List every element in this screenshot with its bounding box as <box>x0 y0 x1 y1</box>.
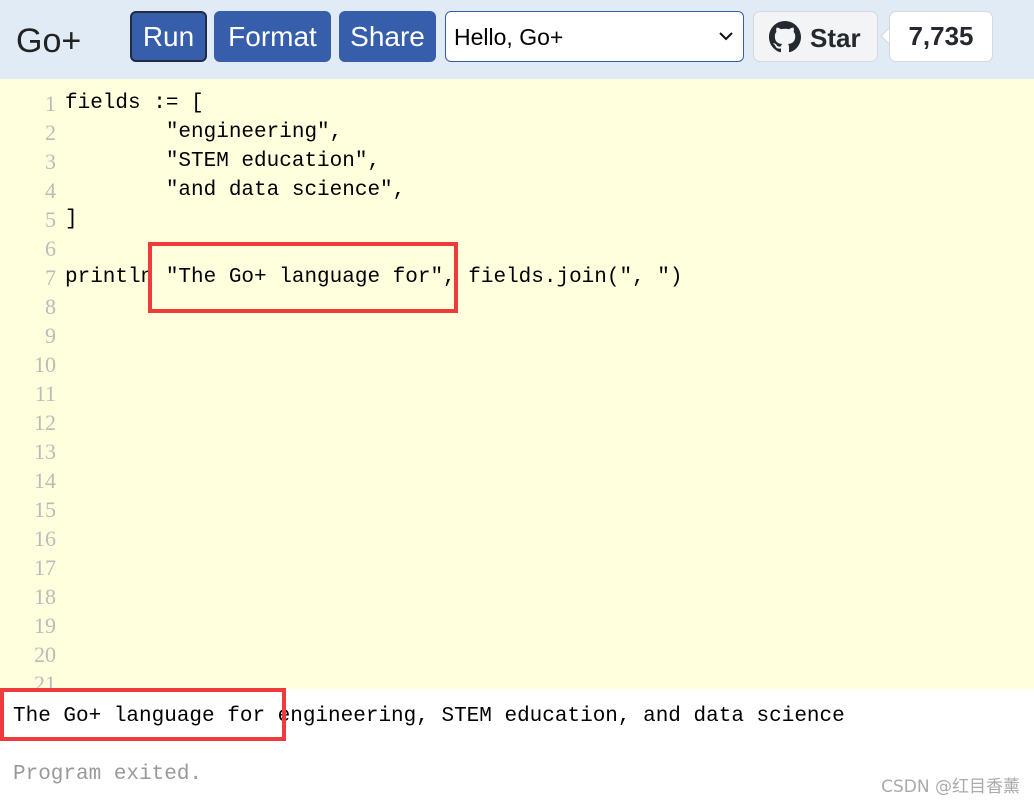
code-line[interactable]: "and data science", <box>65 176 1025 205</box>
line-number-gutter: 1 2 3 4 5 6 7 8 9 10 11 12 13 14 15 16 1… <box>0 89 58 689</box>
line-number: 9 <box>45 323 56 348</box>
line-number: 15 <box>34 497 56 522</box>
line-number: 4 <box>45 178 56 203</box>
run-button[interactable]: Run <box>130 11 207 62</box>
line-number: 5 <box>45 207 56 232</box>
line-number: 11 <box>34 381 56 406</box>
line-number: 14 <box>34 468 56 493</box>
annotation-box-output <box>0 688 286 741</box>
line-number: 6 <box>45 236 56 261</box>
line-number: 20 <box>34 642 56 667</box>
chevron-down-icon <box>719 32 733 41</box>
share-button[interactable]: Share <box>339 11 436 62</box>
toolbar: Go+ Run Format Share Hello, Go+ Star 7,7… <box>0 0 1034 79</box>
format-button[interactable]: Format <box>214 11 331 62</box>
example-select[interactable]: Hello, Go+ <box>445 11 744 62</box>
annotation-box-code <box>148 242 458 313</box>
program-status: Program exited. <box>13 763 203 786</box>
example-select-value: Hello, Go+ <box>454 24 564 50</box>
code-line[interactable]: "STEM education", <box>65 147 1025 176</box>
line-number: 12 <box>34 410 56 435</box>
line-number: 17 <box>34 555 56 580</box>
watermark: CSDN @红目香薰 <box>881 777 1020 797</box>
line-number: 7 <box>45 265 56 290</box>
line-number: 19 <box>34 613 56 638</box>
code-line[interactable]: fields := [ <box>65 89 1025 118</box>
line-number: 10 <box>34 352 56 377</box>
line-number: 21 <box>34 671 56 689</box>
line-number: 16 <box>34 526 56 551</box>
star-label: Star <box>810 23 861 53</box>
line-number: 1 <box>45 91 56 116</box>
logo: Go+ <box>16 22 82 60</box>
line-number: 18 <box>34 584 56 609</box>
code-editor[interactable]: 1 2 3 4 5 6 7 8 9 10 11 12 13 14 15 16 1… <box>0 79 1034 689</box>
github-icon <box>769 21 801 53</box>
star-count[interactable]: 7,735 <box>889 11 993 62</box>
line-number: 2 <box>45 120 56 145</box>
github-star-button[interactable]: Star <box>753 11 878 62</box>
code-line[interactable]: "engineering", <box>65 118 1025 147</box>
code-line[interactable]: ] <box>65 205 1025 234</box>
line-number: 3 <box>45 149 56 174</box>
line-number: 8 <box>45 294 56 319</box>
line-number: 13 <box>34 439 56 464</box>
